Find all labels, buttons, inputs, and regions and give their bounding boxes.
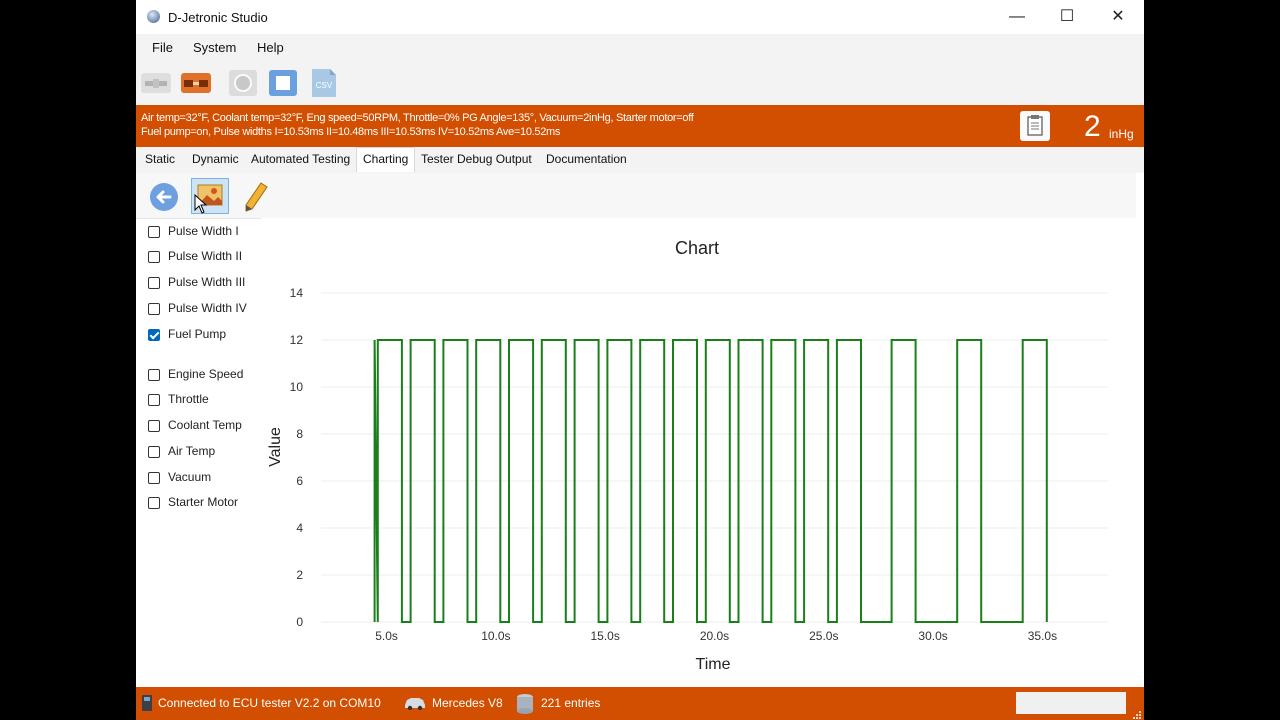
tab-static[interactable]: Static (141, 151, 179, 167)
checkbox-box[interactable] (148, 497, 160, 509)
checkbox-box[interactable] (148, 394, 160, 406)
chart-area[interactable]: Chart Time Value 0 2 4 6 8 10 12 14 5.0s 10.0s 15.… (261, 218, 1144, 687)
y-tick-label: 12 (290, 333, 304, 347)
checkbox-label: Air Temp (168, 444, 216, 458)
x-tick-label: 15.0s (591, 629, 620, 643)
checkbox-box[interactable] (148, 369, 160, 381)
checkbox-box[interactable] (148, 277, 160, 289)
y-tick-label: 6 (296, 474, 303, 488)
disconnect-plug-icon[interactable] (141, 69, 171, 97)
window-title: D-Jetronic Studio (168, 10, 268, 25)
csv-label: CSV (316, 81, 333, 90)
connection-status: Connected to ECU tester V2.2 on COM10 (158, 696, 381, 710)
entry-count: 221 entries (541, 696, 601, 710)
maximize-button[interactable]: ☐ (1042, 0, 1092, 34)
y-tick-label: 2 (296, 568, 303, 582)
resize-grip-icon[interactable] (1132, 707, 1142, 720)
live-status-banner: Air temp=32°F, Coolant temp=32°F, Eng sp… (136, 105, 1144, 147)
y-axis-label: Value (267, 427, 284, 467)
tab-tester-debug-output[interactable]: Tester Debug Output (417, 151, 536, 167)
checkbox-label: Fuel Pump (168, 327, 227, 341)
ecu-tester-icon (142, 695, 152, 716)
pencil-icon[interactable] (243, 181, 269, 218)
chart-svg[interactable]: Chart Time Value 0 2 4 6 8 10 12 14 5.0s 10.0s 15.… (261, 218, 1144, 687)
database-icon (516, 693, 534, 720)
checkbox-box[interactable] (148, 226, 160, 238)
tab-dynamic[interactable]: Dynamic (188, 151, 243, 167)
title-bar[interactable]: D-Jetronic Studio — ☐ ✕ (136, 0, 1144, 34)
charting-panel: Pulse Width I Pulse Width II Pulse Width… (136, 173, 1144, 687)
minimize-button[interactable]: — (992, 0, 1042, 34)
checkbox-label: Pulse Width II (168, 249, 243, 263)
app-logo-icon (147, 10, 160, 23)
menu-bar: File System Help (136, 34, 1144, 62)
checkbox-label: Pulse Width IV (168, 301, 247, 315)
tab-charting[interactable]: Charting (356, 147, 416, 172)
y-tick-label: 10 (290, 380, 304, 394)
x-tick-label: 5.0s (375, 629, 398, 643)
clipboard-icon[interactable] (1020, 111, 1050, 141)
x-tick-label: 25.0s (809, 629, 838, 643)
main-toolbar: CSV (136, 62, 1144, 105)
checkbox-label: Starter Motor (168, 495, 239, 509)
menu-help[interactable]: Help (257, 40, 284, 55)
menu-system[interactable]: System (193, 40, 236, 55)
vehicle-name: Mercedes V8 (432, 696, 503, 710)
vacuum-readout: 2 (1084, 110, 1101, 143)
x-tick-label: 30.0s (918, 629, 947, 643)
checkbox-box[interactable] (148, 420, 160, 432)
status-line-2: Fuel pump=on, Pulse widths I=10.53ms II=… (141, 126, 561, 138)
y-tick-label: 14 (290, 286, 304, 300)
mouse-cursor-icon (194, 193, 208, 219)
close-button[interactable]: ✕ (1093, 0, 1143, 34)
status-bar: Connected to ECU tester V2.2 on COM10 Me… (136, 687, 1144, 720)
y-tick-label: 0 (296, 615, 303, 629)
menu-file[interactable]: File (152, 40, 173, 55)
status-progress-box (1016, 692, 1126, 714)
x-axis-label: Time (696, 656, 731, 673)
tab-documentation[interactable]: Documentation (542, 151, 631, 167)
checkbox-label: Throttle (168, 392, 209, 406)
record-icon[interactable] (228, 69, 258, 97)
checkbox-box[interactable] (148, 251, 160, 263)
checkbox-label: Engine Speed (168, 367, 244, 381)
vacuum-unit: inHg (1109, 127, 1134, 141)
checkbox-box[interactable] (148, 472, 160, 484)
checkbox-label: Pulse Width III (168, 275, 246, 289)
checkbox-box[interactable] (148, 303, 160, 315)
checkbox-box[interactable] (148, 446, 160, 458)
checkbox-label: Coolant Temp (168, 418, 242, 432)
app-window: D-Jetronic Studio — ☐ ✕ File System Help… (136, 0, 1144, 720)
stop-icon[interactable] (268, 69, 298, 97)
connect-plug-icon[interactable] (181, 69, 211, 97)
chart-toolbar (136, 173, 1136, 219)
x-tick-label: 10.0s (481, 629, 510, 643)
checkbox-label: Vacuum (168, 470, 212, 484)
tab-automated-testing[interactable]: Automated Testing (247, 151, 354, 167)
tab-strip: Static Dynamic Automated Testing Chartin… (136, 147, 1144, 173)
status-line-1: Air temp=32°F, Coolant temp=32°F, Eng sp… (141, 112, 694, 124)
checkbox-label: Pulse Width I (168, 224, 239, 238)
csv-export-icon[interactable]: CSV (309, 69, 339, 97)
chart-title: Chart (675, 238, 719, 258)
x-tick-label: 20.0s (700, 629, 729, 643)
back-arrow-icon[interactable] (149, 182, 179, 217)
y-tick-label: 4 (296, 521, 303, 535)
x-tick-label: 35.0s (1028, 629, 1057, 643)
car-icon (403, 696, 427, 715)
y-tick-label: 8 (296, 427, 303, 441)
checkbox-box[interactable] (148, 329, 160, 341)
